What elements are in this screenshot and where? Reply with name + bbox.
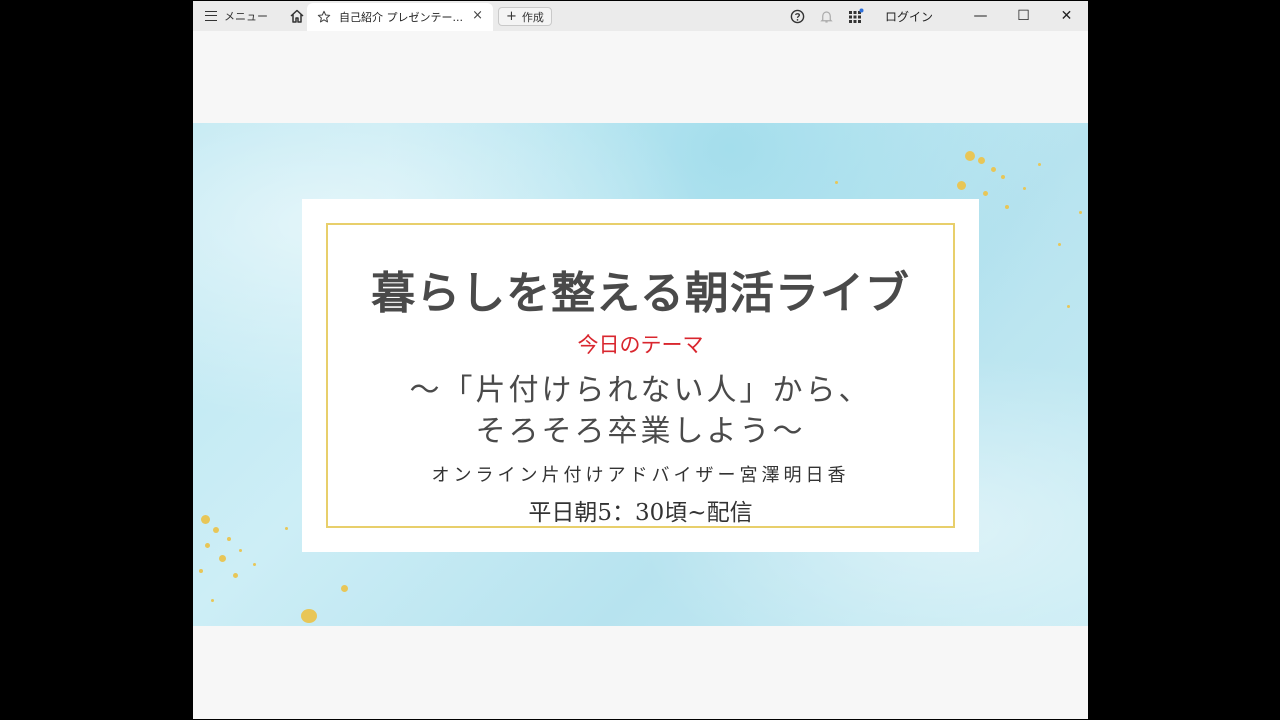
- gold-speck: [835, 181, 838, 184]
- login-button[interactable]: ログイン: [885, 8, 933, 25]
- apps-grid-icon: [848, 8, 864, 23]
- gold-speck: [1001, 175, 1005, 179]
- help-button[interactable]: [790, 8, 806, 24]
- gold-speck: [341, 585, 348, 592]
- star-icon[interactable]: [317, 10, 331, 24]
- slide-card: 暮らしを整える朝活ライブ 今日のテーマ ～「片付けられない人」から、 そろそろ卒…: [302, 199, 979, 552]
- maximize-icon: ☐: [1017, 8, 1030, 24]
- app-window: メニュー 自己紹介 プレゼンテー... × + 作成 ログイン — ☐ ✕ 暮ら…: [193, 1, 1088, 719]
- create-label: 作成: [521, 10, 544, 24]
- title-bar: メニュー 自己紹介 プレゼンテー... × + 作成 ログイン — ☐ ✕: [193, 1, 1088, 31]
- gold-speck: [285, 527, 288, 530]
- home-icon: [290, 9, 304, 23]
- gold-speck: [199, 569, 203, 573]
- gold-speck: [983, 191, 988, 196]
- apps-button[interactable]: [848, 8, 864, 24]
- close-window-button[interactable]: ✕: [1045, 1, 1088, 31]
- tab-presentation[interactable]: 自己紹介 プレゼンテー... ×: [307, 3, 493, 31]
- gold-speck: [227, 537, 231, 541]
- gold-speck: [1038, 163, 1041, 166]
- gold-speck: [213, 527, 219, 533]
- theme-label: 今日のテーマ: [577, 333, 704, 357]
- gold-speck: [1005, 205, 1009, 209]
- gold-speck: [991, 167, 996, 172]
- create-button[interactable]: + 作成: [498, 7, 552, 26]
- toolbar-right: ログイン — ☐ ✕: [790, 1, 1088, 31]
- notifications-button[interactable]: [819, 8, 835, 24]
- theme-line-2: そろそろ卒業しよう～: [475, 414, 806, 449]
- gold-speck: [219, 555, 226, 562]
- gold-speck: [205, 543, 210, 548]
- close-icon: ✕: [1060, 8, 1073, 24]
- gold-speck: [1067, 305, 1070, 308]
- plus-icon: +: [506, 8, 517, 24]
- gold-speck: [1058, 243, 1061, 246]
- hamburger-icon: [205, 11, 217, 21]
- menu-button[interactable]: メニュー: [205, 1, 268, 31]
- gold-speck: [201, 515, 210, 524]
- presenter-name: オンライン片付けアドバイザー宮澤明日香: [431, 465, 850, 486]
- help-icon: [791, 9, 805, 23]
- bell-icon: [820, 10, 834, 23]
- gold-speck: [211, 599, 214, 602]
- gold-speck: [1079, 211, 1082, 214]
- minimize-icon: —: [973, 8, 988, 24]
- gold-speck: [978, 157, 985, 164]
- maximize-button[interactable]: ☐: [1002, 1, 1045, 31]
- gold-speck: [239, 549, 242, 552]
- theme-line-1: ～「片付けられない人」から、: [409, 373, 872, 408]
- tab-close-button[interactable]: ×: [472, 9, 483, 23]
- gold-speck: [253, 563, 256, 566]
- gold-speck: [957, 181, 966, 190]
- gold-speck: [233, 573, 238, 578]
- minimize-button[interactable]: —: [959, 1, 1002, 31]
- broadcast-schedule: 平日朝5：30頃~配信: [528, 500, 753, 526]
- gold-speck: [965, 151, 975, 161]
- gold-speck: [301, 609, 317, 623]
- slide-frame: 暮らしを整える朝活ライブ 今日のテーマ ～「片付けられない人」から、 そろそろ卒…: [326, 223, 955, 528]
- home-button[interactable]: [286, 5, 308, 27]
- gold-speck: [1023, 187, 1026, 190]
- slide-title: 暮らしを整える朝活ライブ: [371, 268, 910, 319]
- presentation-slide: 暮らしを整える朝活ライブ 今日のテーマ ～「片付けられない人」から、 そろそろ卒…: [193, 123, 1088, 626]
- menu-label: メニュー: [224, 10, 268, 23]
- tab-title: 自己紹介 プレゼンテー...: [339, 11, 463, 24]
